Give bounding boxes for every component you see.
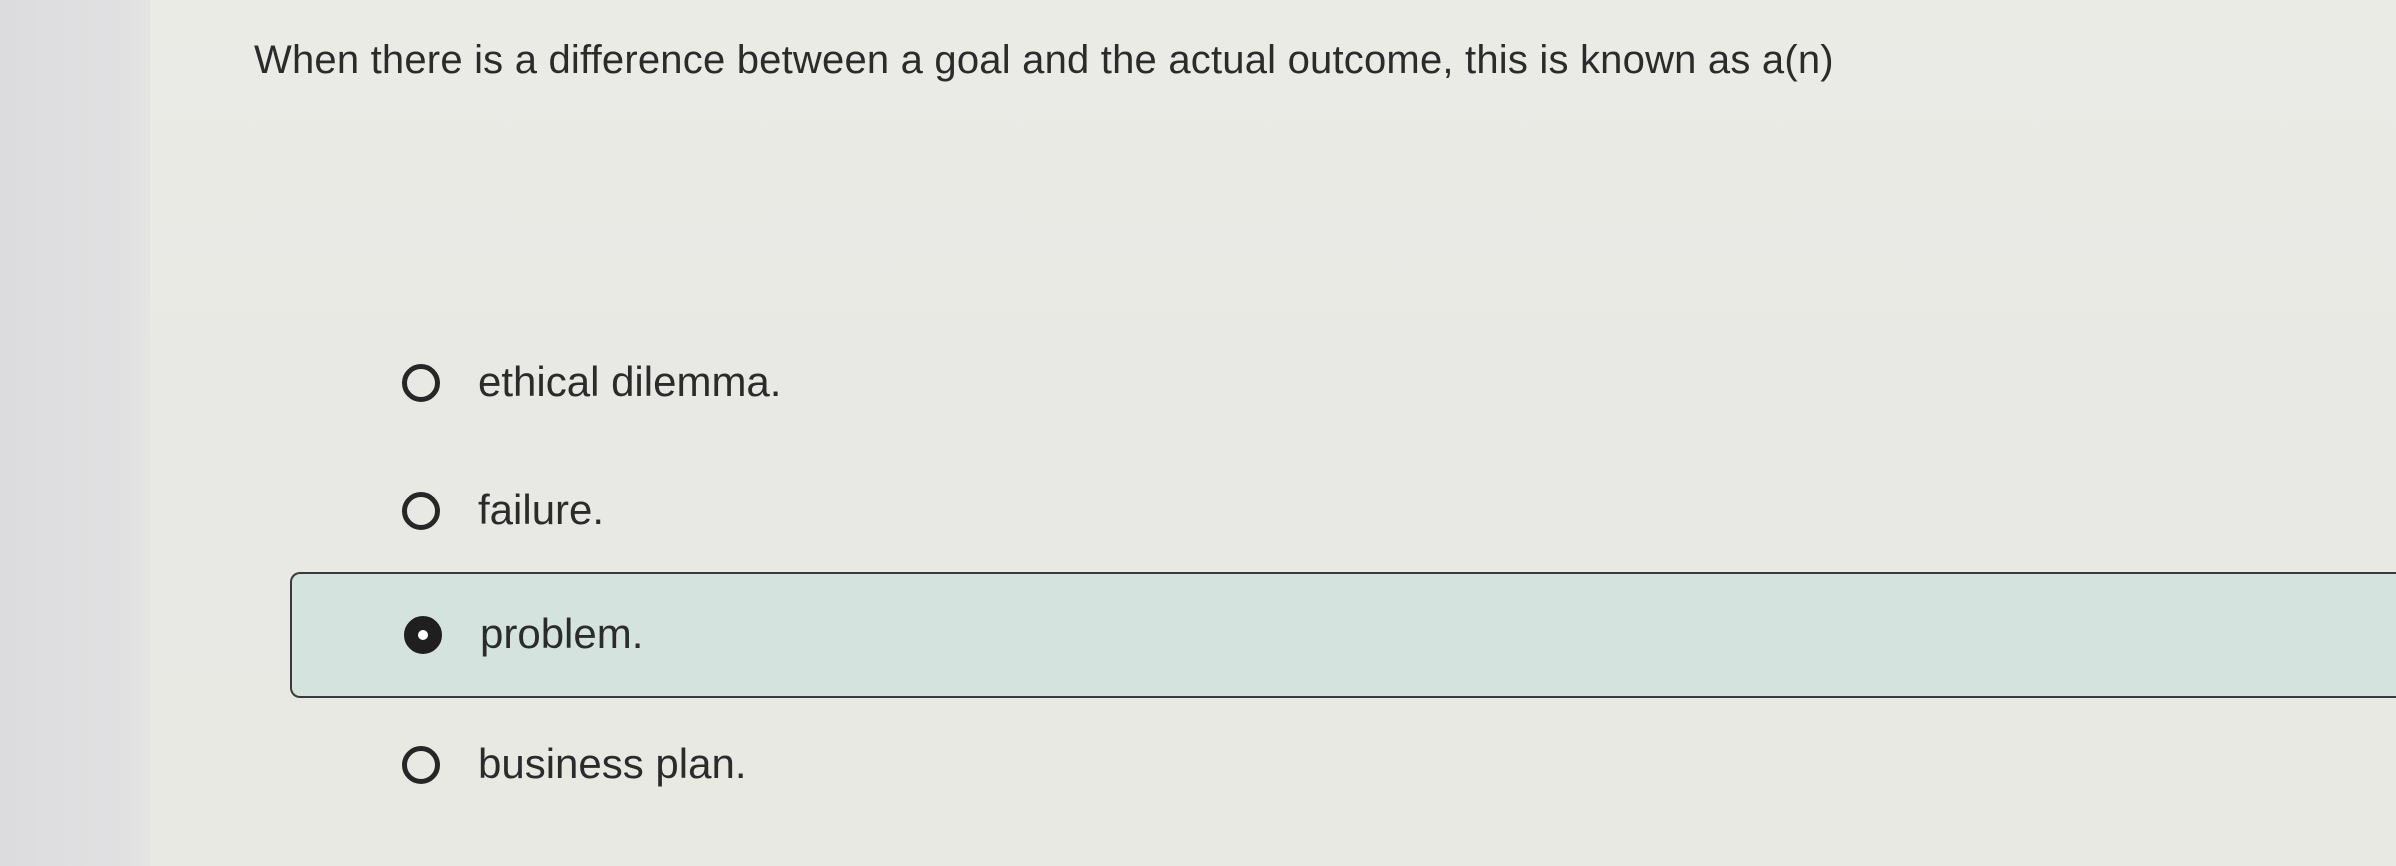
option-ethical-dilemma[interactable]: ethical dilemma. xyxy=(290,320,2396,446)
question-text: When there is a difference between a goa… xyxy=(254,38,1834,82)
option-label: ethical dilemma. xyxy=(478,358,782,405)
option-problem[interactable]: problem. xyxy=(290,572,2396,698)
option-label: business plan. xyxy=(478,740,747,787)
radio-button-icon[interactable] xyxy=(402,746,440,784)
radio-button-icon[interactable] xyxy=(402,492,440,530)
option-failure[interactable]: failure. xyxy=(290,448,2396,574)
left-margin xyxy=(0,0,150,866)
option-business-plan[interactable]: business plan. xyxy=(290,704,2396,830)
option-label: problem. xyxy=(480,610,644,657)
radio-button-selected-icon[interactable] xyxy=(404,616,442,654)
radio-button-icon[interactable] xyxy=(402,364,440,402)
option-label: failure. xyxy=(478,486,605,533)
